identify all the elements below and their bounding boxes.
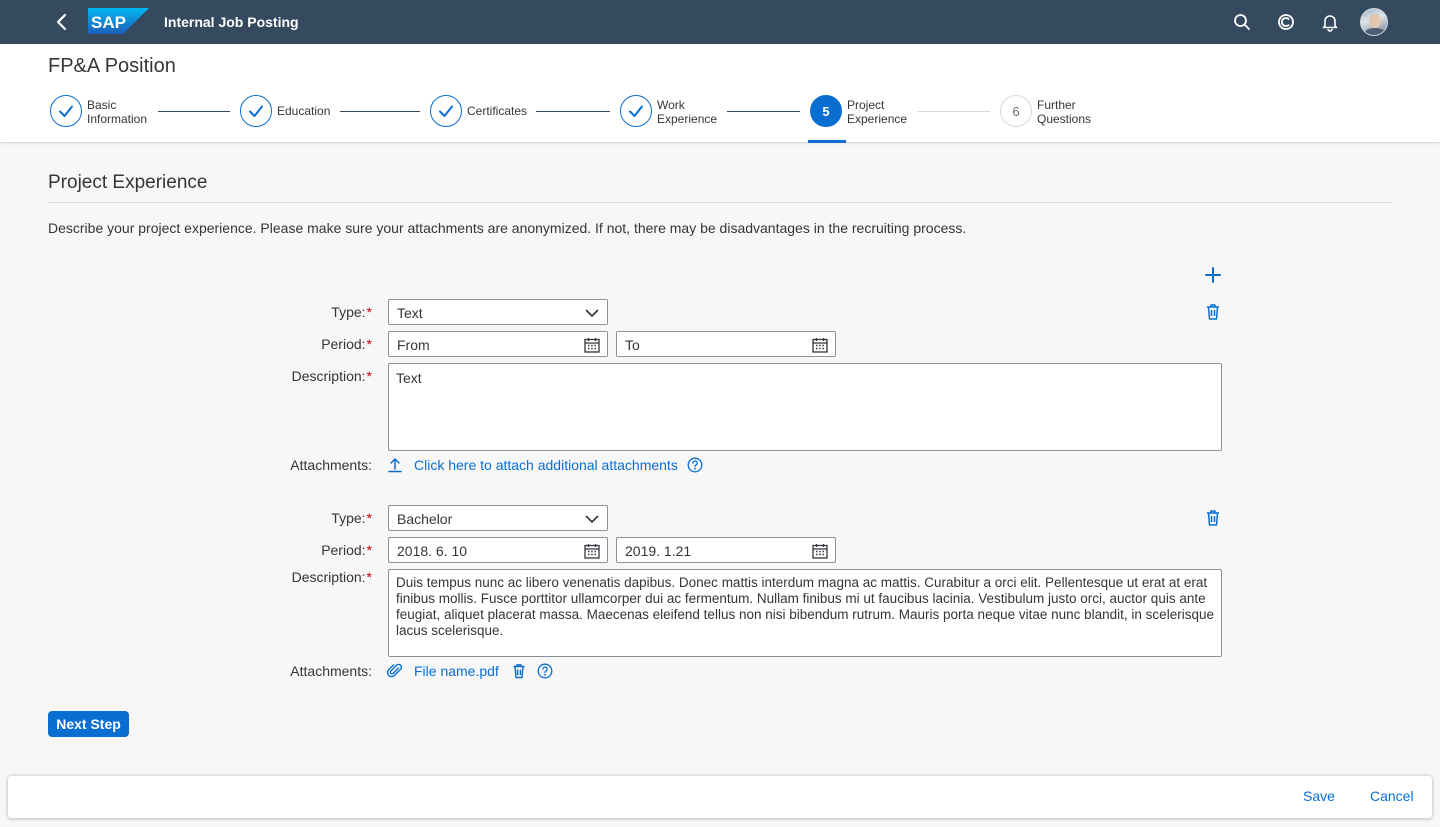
calendar-icon[interactable]	[583, 542, 601, 560]
type-select-value: Text	[397, 305, 423, 321]
step-connector	[727, 111, 800, 112]
shell-bar: SAP Internal Job Posting	[0, 0, 1440, 44]
section-intro: Describe your project experience. Please…	[48, 220, 967, 236]
chevron-down-icon	[585, 515, 599, 523]
step-label: Project Experience	[847, 98, 908, 126]
step-label: Basic Information	[87, 98, 148, 126]
period-to-value: 2019. 1.21	[625, 543, 692, 559]
section-divider	[48, 202, 1392, 203]
description-textarea[interactable]: Duis tempus nunc ac libero venenatis dap…	[388, 569, 1222, 657]
step-work-experience[interactable]: Work Experience	[620, 95, 720, 131]
checkmark-icon	[59, 105, 73, 117]
next-step-button[interactable]: Next Step	[48, 711, 129, 737]
paperclip-icon	[386, 663, 403, 678]
description-textarea[interactable]: Text	[388, 363, 1222, 451]
step-basic-information[interactable]: Basic Information	[50, 95, 150, 131]
search-icon[interactable]	[1232, 12, 1252, 32]
step-connector	[536, 111, 610, 112]
upload-icon[interactable]	[386, 456, 404, 474]
step-project-experience[interactable]: 5 Project Experience	[808, 95, 910, 143]
description-label: Description:*	[252, 368, 372, 384]
required-mark: *	[366, 542, 372, 558]
type-label: Type:*	[252, 510, 372, 526]
period-to-datepicker[interactable]: 2019. 1.21	[616, 537, 836, 563]
period-label: Period:*	[252, 336, 372, 352]
step-connector	[158, 111, 230, 112]
step-number-circle: 5	[810, 95, 842, 127]
period-to-value: To	[625, 337, 640, 353]
checkmark-icon	[439, 105, 453, 117]
required-mark: *	[366, 304, 372, 320]
calendar-icon[interactable]	[583, 336, 601, 354]
step-connector	[917, 111, 990, 112]
delete-attachment-icon[interactable]	[510, 662, 528, 680]
period-from-value: 2018. 6. 10	[397, 543, 468, 559]
required-mark: *	[366, 336, 372, 352]
help-icon[interactable]	[686, 456, 704, 474]
checkmark-icon	[249, 105, 263, 117]
object-header: FP&A Position Basic Information Educatio…	[0, 44, 1440, 143]
label-text: Type:	[331, 510, 366, 526]
delete-entry-icon[interactable]	[1203, 302, 1223, 322]
step-number-circle: 6	[1000, 95, 1032, 127]
period-label: Period:*	[252, 542, 372, 558]
label-text: Period:	[321, 542, 366, 558]
delete-entry-icon[interactable]	[1203, 508, 1223, 528]
attachments-label: Attachments:	[290, 663, 372, 679]
sap-logo-text: SAP	[91, 13, 126, 32]
back-icon[interactable]	[52, 12, 72, 32]
description-label: Description:*	[252, 569, 372, 585]
attachments-label: Attachments:	[290, 457, 372, 473]
step-check-circle	[430, 95, 462, 127]
step-certificates[interactable]: Certificates	[430, 95, 540, 131]
add-icon[interactable]	[1203, 265, 1223, 285]
calendar-icon[interactable]	[811, 336, 829, 354]
step-connector	[340, 111, 420, 112]
bell-icon[interactable]	[1320, 12, 1340, 32]
avatar-body	[1364, 28, 1386, 35]
current-step-indicator	[808, 140, 846, 143]
save-button[interactable]: Save	[1303, 788, 1335, 804]
attach-additional-link[interactable]: Click here to attach additional attachme…	[414, 457, 678, 473]
step-further-questions[interactable]: 6 Further Questions	[1000, 95, 1100, 131]
step-label: Further Questions	[1037, 98, 1092, 126]
type-select[interactable]: Bachelor	[388, 505, 608, 531]
required-mark: *	[366, 569, 372, 585]
step-label: Education	[277, 104, 331, 118]
step-label: Certificates	[467, 104, 528, 118]
step-education[interactable]: Education	[240, 95, 340, 131]
label-text: Description:	[291, 569, 366, 585]
type-label: Type:*	[252, 304, 372, 320]
checkmark-icon	[629, 105, 643, 117]
avatar-face	[1369, 14, 1381, 28]
label-text: Description:	[291, 368, 366, 384]
cancel-button[interactable]: Cancel	[1370, 788, 1414, 804]
step-label: Work Experience	[657, 98, 718, 126]
period-from-value: From	[397, 337, 430, 353]
sap-logo[interactable]: SAP	[88, 8, 149, 34]
label-text: Type:	[331, 304, 366, 320]
calendar-icon[interactable]	[811, 542, 829, 560]
step-check-circle	[50, 95, 82, 127]
avatar[interactable]	[1360, 8, 1388, 36]
footer-bar: Save Cancel	[8, 776, 1432, 818]
period-from-datepicker[interactable]: 2018. 6. 10	[388, 537, 608, 563]
section-title: Project Experience	[48, 172, 208, 193]
help-icon[interactable]	[536, 662, 554, 680]
copilot-icon[interactable]	[1276, 12, 1296, 32]
step-check-circle	[240, 95, 272, 127]
required-mark: *	[366, 368, 372, 384]
chevron-down-icon	[585, 309, 599, 317]
type-select[interactable]: Text	[388, 299, 608, 325]
page-title: FP&A Position	[48, 55, 176, 77]
app-title: Internal Job Posting	[164, 14, 299, 30]
label-text: Period:	[321, 336, 366, 352]
type-select-value: Bachelor	[397, 511, 453, 527]
period-to-datepicker[interactable]: To	[616, 331, 836, 357]
step-check-circle	[620, 95, 652, 127]
required-mark: *	[366, 510, 372, 526]
attachment-file-link[interactable]: File name.pdf	[414, 663, 499, 679]
period-from-datepicker[interactable]: From	[388, 331, 608, 357]
